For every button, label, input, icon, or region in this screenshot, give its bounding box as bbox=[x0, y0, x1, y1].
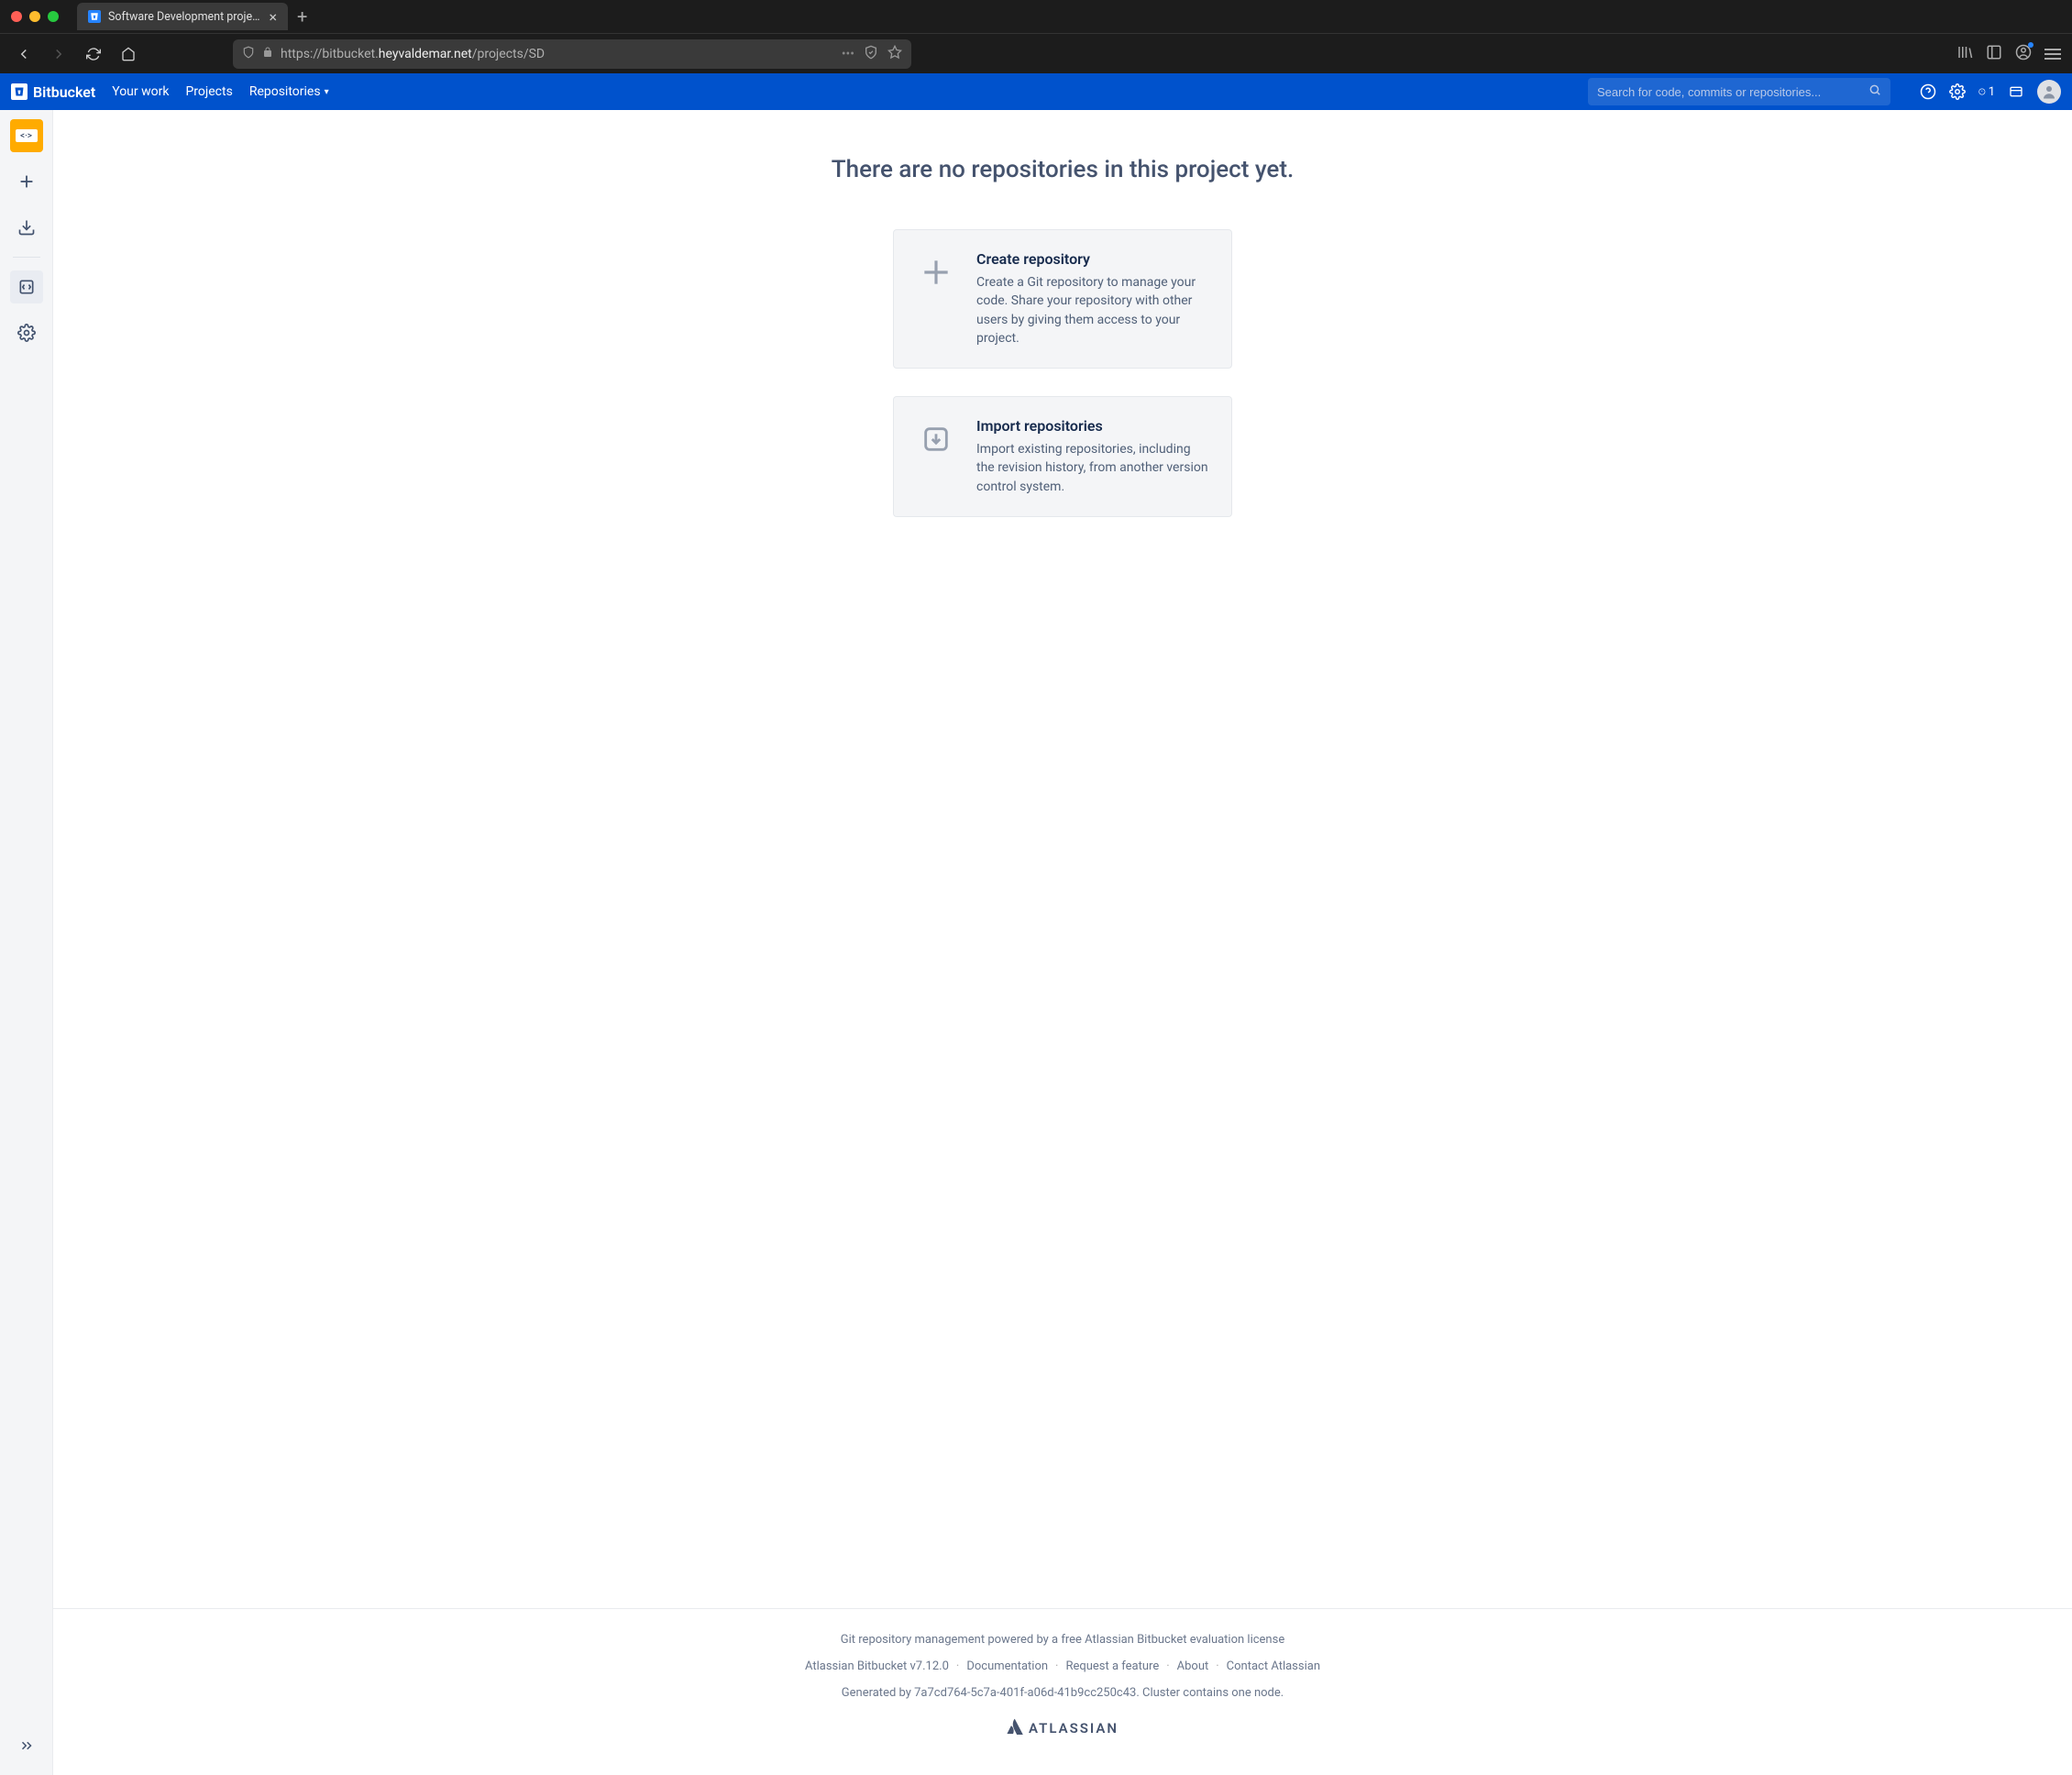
help-button[interactable] bbox=[1920, 83, 1936, 100]
search-input[interactable] bbox=[1597, 85, 1881, 99]
separator: · bbox=[1166, 1659, 1169, 1673]
window-maximize-button[interactable] bbox=[48, 11, 59, 22]
browser-right-icons bbox=[1956, 44, 2061, 64]
sidebar-divider bbox=[13, 257, 40, 258]
empty-state: There are no repositories in this projec… bbox=[53, 110, 2072, 1608]
tab-title: Software Development project bbox=[108, 10, 261, 24]
url-input[interactable]: https://bitbucket.heyvaldemar.net/projec… bbox=[233, 39, 911, 69]
nav-label: Your work bbox=[112, 84, 169, 99]
address-bar: https://bitbucket.heyvaldemar.net/projec… bbox=[0, 33, 2072, 73]
footer-about-link[interactable]: About bbox=[1177, 1659, 1209, 1673]
chevron-down-icon: ▾ bbox=[325, 87, 329, 97]
nav-your-work[interactable]: Your work bbox=[112, 84, 169, 99]
separator: · bbox=[1216, 1659, 1218, 1673]
atlassian-logo[interactable]: ATLASSIAN bbox=[72, 1718, 2054, 1738]
bitbucket-logo-icon bbox=[11, 83, 28, 100]
bookmark-icon[interactable] bbox=[887, 45, 902, 63]
notifications-button[interactable] bbox=[2008, 83, 2024, 100]
create-repository-title: Create repository bbox=[976, 250, 1211, 268]
footer-documentation-link[interactable]: Documentation bbox=[966, 1659, 1048, 1673]
import-icon bbox=[914, 417, 958, 461]
inbox-button[interactable]: 1 bbox=[1978, 83, 1995, 100]
browser-tab[interactable]: Software Development project × bbox=[77, 3, 288, 30]
empty-heading: There are no repositories in this projec… bbox=[832, 156, 1294, 183]
url-domain: heyvaldemar.net bbox=[379, 47, 472, 61]
import-repositories-card[interactable]: Import repositories Import existing repo… bbox=[893, 396, 1232, 517]
tab-close-button[interactable]: × bbox=[269, 8, 277, 26]
nav-projects[interactable]: Projects bbox=[185, 84, 232, 99]
header-icons: 1 bbox=[1920, 80, 2061, 104]
footer-generated: Generated by 7a7cd764-5c7a-401f-a06d-41b… bbox=[72, 1686, 2054, 1700]
footer-version: Atlassian Bitbucket v7.12.0 bbox=[805, 1659, 949, 1673]
create-repository-body: Create repository Create a Git repositor… bbox=[976, 250, 1211, 347]
code-icon: <·> bbox=[16, 129, 38, 142]
sidebar-expand-button[interactable] bbox=[10, 1729, 43, 1762]
tab-strip: Software Development project × + bbox=[0, 0, 2072, 33]
import-repositories-body: Import repositories Import existing repo… bbox=[976, 417, 1211, 496]
home-button[interactable] bbox=[116, 41, 141, 67]
url-text: https://bitbucket.heyvaldemar.net/projec… bbox=[281, 47, 834, 61]
footer-powered: Git repository management powered by a f… bbox=[72, 1633, 2054, 1647]
url-path: /projects/SD bbox=[472, 47, 545, 61]
footer: Git repository management powered by a f… bbox=[53, 1608, 2072, 1775]
library-icon[interactable] bbox=[1956, 44, 1973, 64]
app-header: Bitbucket Your work Projects Repositorie… bbox=[0, 73, 2072, 110]
footer-links: Atlassian Bitbucket v7.12.0 · Documentat… bbox=[72, 1659, 2054, 1673]
separator: · bbox=[956, 1659, 959, 1673]
import-repositories-desc: Import existing repositories, including … bbox=[976, 440, 1211, 496]
window-minimize-button[interactable] bbox=[29, 11, 40, 22]
primary-nav: Your work Projects Repositories ▾ bbox=[112, 84, 328, 99]
import-repositories-title: Import repositories bbox=[976, 417, 1211, 435]
plus-icon bbox=[914, 250, 958, 294]
app-body: <·> There are no repositories in this pr… bbox=[0, 110, 2072, 1775]
forward-button[interactable] bbox=[46, 41, 72, 67]
bitbucket-favicon-icon bbox=[88, 10, 101, 23]
footer-contact-link[interactable]: Contact Atlassian bbox=[1227, 1659, 1320, 1673]
project-sidebar: <·> bbox=[0, 110, 53, 1775]
inbox-count: 1 bbox=[1989, 85, 1995, 99]
new-tab-button[interactable]: + bbox=[288, 6, 316, 28]
reader-mode-icon[interactable] bbox=[864, 45, 878, 63]
main-panel: There are no repositories in this projec… bbox=[53, 110, 2072, 1775]
atlassian-brand-text: ATLASSIAN bbox=[1029, 1720, 1119, 1736]
sidebar-create-button[interactable] bbox=[10, 165, 43, 198]
reload-button[interactable] bbox=[81, 41, 106, 67]
atlassian-mark-icon bbox=[1007, 1718, 1023, 1738]
window-controls bbox=[7, 11, 68, 22]
footer-request-link[interactable]: Request a feature bbox=[1065, 1659, 1159, 1673]
sidebar-source-button[interactable] bbox=[10, 270, 43, 303]
product-name: Bitbucket bbox=[33, 83, 95, 101]
shield-icon bbox=[242, 46, 255, 62]
search-icon bbox=[1868, 83, 1881, 100]
sidebar-toggle-icon[interactable] bbox=[1986, 44, 2002, 64]
window-close-button[interactable] bbox=[11, 11, 22, 22]
browser-chrome: Software Development project × + https:/… bbox=[0, 0, 2072, 73]
url-prefix: https://bitbucket. bbox=[281, 47, 379, 61]
menu-button[interactable] bbox=[2044, 49, 2061, 60]
url-actions: ••• bbox=[842, 45, 902, 63]
create-repository-desc: Create a Git repository to manage your c… bbox=[976, 273, 1211, 347]
create-repository-card[interactable]: Create repository Create a Git repositor… bbox=[893, 229, 1232, 369]
separator: · bbox=[1055, 1659, 1058, 1673]
sidebar-clone-button[interactable] bbox=[10, 211, 43, 244]
lock-icon bbox=[262, 47, 273, 61]
page-actions-icon[interactable]: ••• bbox=[842, 47, 854, 61]
account-icon[interactable] bbox=[2015, 44, 2032, 64]
nav-repositories[interactable]: Repositories ▾ bbox=[249, 84, 329, 99]
back-button[interactable] bbox=[11, 41, 37, 67]
admin-button[interactable] bbox=[1949, 83, 1966, 100]
project-avatar[interactable]: <·> bbox=[10, 119, 43, 152]
search-box[interactable] bbox=[1588, 78, 1890, 105]
nav-label: Repositories bbox=[249, 84, 321, 99]
nav-label: Projects bbox=[185, 84, 232, 99]
sidebar-settings-button[interactable] bbox=[10, 316, 43, 349]
user-avatar[interactable] bbox=[2037, 80, 2061, 104]
bitbucket-logo[interactable]: Bitbucket bbox=[11, 83, 95, 101]
